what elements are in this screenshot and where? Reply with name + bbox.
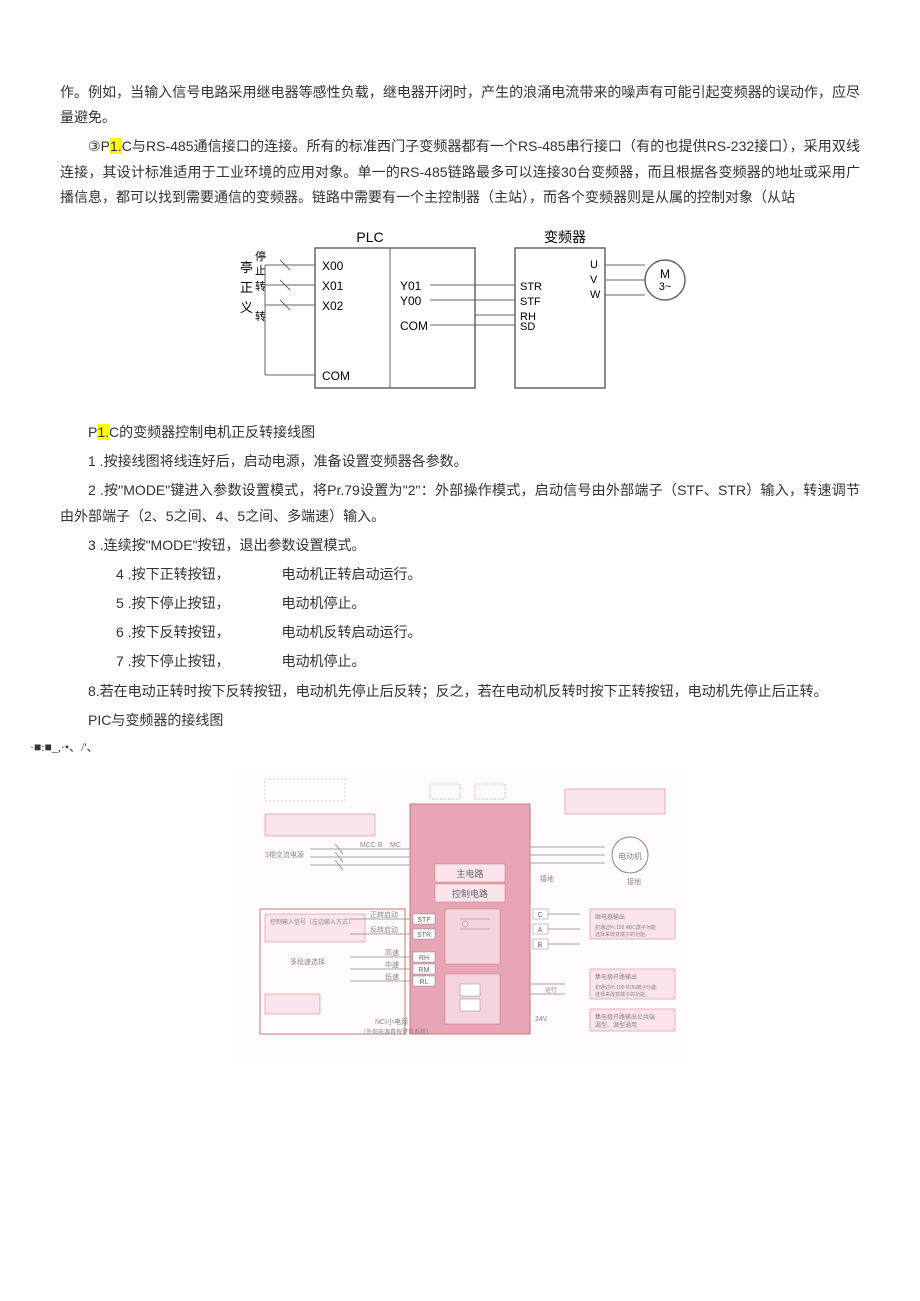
symbol-line: ·■:■_,·•、/'、 [30, 737, 860, 759]
svg-text:3相交流电源: 3相交流电源 [265, 850, 304, 859]
para2-prefix: ③P [88, 138, 110, 154]
step4a: 4 .按下正转按钮， [88, 562, 230, 587]
highlight-2: 1. [97, 424, 109, 440]
a-terminal: A [538, 927, 543, 934]
left-label-0: 亭 [240, 260, 253, 275]
svg-text:漏型、源型通用: 漏型、源型通用 [595, 1021, 637, 1029]
step5a: 5 .按下停止按钮， [88, 591, 230, 616]
ll-2: 转 [255, 279, 266, 293]
motor-m: M [660, 267, 670, 281]
v-out: V [590, 274, 598, 286]
step7b: 电动机停止。 [253, 649, 365, 674]
caption-1: P1.C的变频器控制电机正反转接线图 [60, 420, 860, 445]
w-out: W [590, 289, 601, 301]
ll-4: 转 [255, 309, 266, 323]
svg-text:低速: 低速 [385, 972, 399, 981]
svg-text:MCC B: MCC B [360, 842, 383, 849]
svg-text:选择来改变端子的功能。: 选择来改变端子的功能。 [595, 991, 650, 998]
step5b: 电动机停止。 [253, 591, 365, 616]
svg-text:接地: 接地 [627, 877, 641, 886]
b-terminal: B [538, 942, 543, 949]
left-label-2: 义 [240, 300, 253, 315]
step-5: 5 .按下停止按钮， 电动机停止。 [60, 591, 860, 616]
para2-rest: C与RS-485通信接口的连接。所有的标准西门子变频器都有一个RS-485串行接… [60, 138, 860, 204]
svg-text:高速: 高速 [385, 948, 399, 957]
svg-text:控制输入信号（左边输入方式）: 控制输入信号（左边输入方式） [270, 918, 354, 926]
stf: STF [520, 296, 541, 308]
svg-text:集电极开路输出公共端: 集电极开路输出公共端 [595, 1013, 655, 1021]
paragraph-1: 作。例如，当输入信号电路采用继电器等感性负载，继电器开闭时，产生的浪涌电流带来的… [60, 80, 860, 130]
svg-text:电动机: 电动机 [618, 851, 642, 861]
plc-label: PLC [356, 230, 383, 245]
svg-text:多段速选择: 多段速选择 [290, 957, 325, 966]
step4b: 电动机正转启动运行。 [253, 562, 421, 587]
rm-terminal: RM [419, 967, 430, 974]
svg-text:（外部电源具有警示系统）: （外部电源具有警示系统） [360, 1028, 432, 1036]
step-4: 4 .按下正转按钮， 电动机正转启动运行。 [60, 562, 860, 587]
com-left: COM [322, 369, 350, 383]
step6b: 电动机反转启动运行。 [253, 620, 421, 645]
step7a: 7 .按下停止按钮， [88, 649, 230, 674]
stf-terminal: STF [417, 917, 430, 924]
svg-text:24V: 24V [535, 1016, 548, 1023]
caption-2: PIC与变频器的接线图 [60, 708, 860, 733]
rl-terminal: RL [420, 979, 429, 986]
svg-text:初通过Pr.192 ABC端子功能: 初通过Pr.192 ABC端子功能 [595, 924, 656, 931]
vfd-label: 变频器 [544, 230, 586, 245]
svg-text:运行: 运行 [545, 986, 557, 994]
x02: X02 [322, 299, 344, 313]
wiring-diagram-2: 主电路 控制电路 3相交流电源 MCC B MC 电动机 接地 接地 控制输入信… [235, 769, 685, 1059]
com-right: COM [400, 319, 428, 333]
step-1: 1 .按接线图将线连好后，启动电源，准备设置变频器各参数。 [60, 449, 860, 474]
step-3: 3 .连续按"MODE"按钮，退出参数设置模式。 [60, 533, 860, 558]
str: STR [520, 281, 542, 293]
step-8: 8.若在电动正转时按下反转按钮，电动机先停止后反转；反之，若在电动机反转时按下正… [60, 679, 860, 704]
motor-3: 3~ [659, 281, 672, 293]
str-terminal: STR [417, 932, 431, 939]
wiring-diagram-1: PLC 亭 正 义 停 止 转 转 X00 X01 X02 COM Y01 Y0… [230, 230, 690, 400]
x01: X01 [322, 279, 344, 293]
x00: X00 [322, 259, 344, 273]
svg-text:中速: 中速 [385, 960, 399, 969]
sd: SD [520, 321, 535, 333]
rh-terminal: RH [419, 955, 429, 962]
svg-text:初通过Pr.190 RUN端子功能: 初通过Pr.190 RUN端子功能 [595, 984, 657, 991]
ground-label: 接地 [540, 874, 554, 883]
step6a: 6 .按下反转按钮， [88, 620, 230, 645]
highlight-1: 1. [110, 138, 122, 154]
step-2: 2 .按"MODE"键进入参数设置模式，将Pr.79设置为"2"：外部操作模式，… [60, 478, 860, 528]
svg-text:反转启动: 反转启动 [370, 925, 398, 934]
main-circuit-label: 主电路 [456, 868, 483, 879]
svg-text:选择来改变端子的功能。: 选择来改变端子的功能。 [595, 931, 650, 938]
ll-1: 止 [255, 264, 266, 277]
svg-text:正转启动: 正转启动 [370, 910, 398, 919]
svg-text:继电器输出: 继电器输出 [595, 913, 625, 921]
cap1-rest: C的变频器控制电机正反转接线图 [109, 424, 315, 440]
nci-label: NCI小电源 [375, 1017, 408, 1026]
step-7: 7 .按下停止按钮， 电动机停止。 [60, 649, 860, 674]
paragraph-2: ③P1.C与RS-485通信接口的连接。所有的标准西门子变频器都有一个RS-48… [60, 134, 860, 210]
y01: Y01 [400, 279, 422, 293]
c-terminal: C [537, 912, 542, 919]
step-6: 6 .按下反转按钮， 电动机反转启动运行。 [60, 620, 860, 645]
cap1-prefix: P [88, 424, 97, 440]
u-out: U [590, 259, 598, 271]
ll-0: 停 [255, 249, 266, 263]
svg-text:集电极开路输出: 集电极开路输出 [595, 973, 637, 981]
left-label-1: 正 [240, 280, 253, 295]
control-circuit-label: 控制电路 [452, 888, 488, 899]
y00: Y00 [400, 294, 422, 308]
svg-text:MC: MC [390, 842, 401, 849]
